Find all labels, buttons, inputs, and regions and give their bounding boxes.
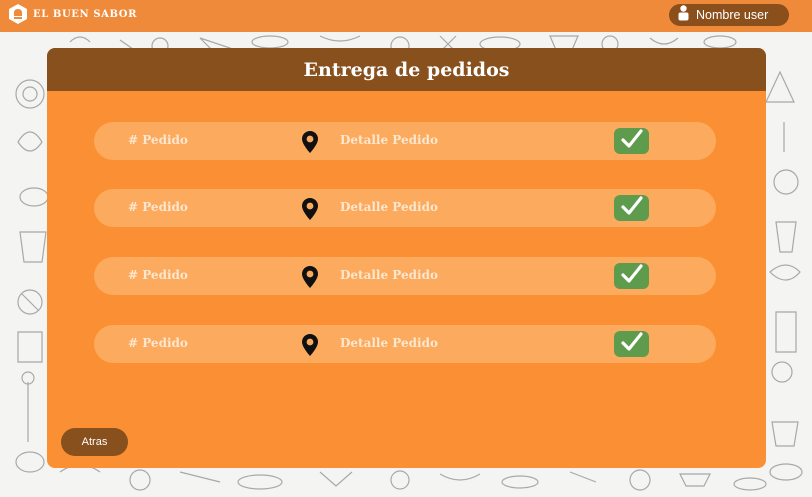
brand[interactable]: EL BUEN SABOR bbox=[8, 3, 137, 25]
checkmark-icon bbox=[620, 129, 643, 153]
back-button[interactable]: Atras bbox=[61, 428, 128, 456]
top-bar: EL BUEN SABOR Nombre user bbox=[0, 0, 812, 32]
brand-name: EL BUEN SABOR bbox=[33, 8, 137, 20]
order-detail: Detalle Pedido bbox=[340, 268, 438, 282]
user-name: Nombre user bbox=[696, 8, 769, 22]
map-pin-icon[interactable] bbox=[302, 266, 318, 292]
confirm-delivery-button[interactable] bbox=[614, 128, 649, 154]
order-number: # Pedido bbox=[128, 133, 188, 147]
order-row[interactable]: # Pedido Detalle Pedido bbox=[94, 257, 716, 295]
user-icon bbox=[678, 5, 689, 25]
order-detail: Detalle Pedido bbox=[340, 200, 438, 214]
order-row[interactable]: # Pedido Detalle Pedido bbox=[94, 122, 716, 160]
order-number: # Pedido bbox=[128, 200, 188, 214]
map-pin-icon[interactable] bbox=[302, 334, 318, 360]
checkmark-icon bbox=[620, 264, 643, 288]
confirm-delivery-button[interactable] bbox=[614, 195, 649, 221]
page-title: Entrega de pedidos bbox=[303, 58, 510, 81]
checkmark-icon bbox=[620, 196, 643, 220]
order-number: # Pedido bbox=[128, 268, 188, 282]
chef-hat-icon bbox=[8, 3, 28, 25]
order-detail: Detalle Pedido bbox=[340, 133, 438, 147]
deliveries-panel: Entrega de pedidos # Pedido Detalle Pedi… bbox=[47, 48, 766, 468]
confirm-delivery-button[interactable] bbox=[614, 263, 649, 289]
order-detail: Detalle Pedido bbox=[340, 336, 438, 350]
confirm-delivery-button[interactable] bbox=[614, 331, 649, 357]
order-row[interactable]: # Pedido Detalle Pedido bbox=[94, 189, 716, 227]
order-row[interactable]: # Pedido Detalle Pedido bbox=[94, 325, 716, 363]
map-pin-icon[interactable] bbox=[302, 198, 318, 224]
order-number: # Pedido bbox=[128, 336, 188, 350]
map-pin-icon[interactable] bbox=[302, 131, 318, 157]
checkmark-icon bbox=[620, 332, 643, 356]
panel-header: Entrega de pedidos bbox=[47, 48, 766, 91]
user-menu-button[interactable]: Nombre user bbox=[669, 4, 789, 26]
